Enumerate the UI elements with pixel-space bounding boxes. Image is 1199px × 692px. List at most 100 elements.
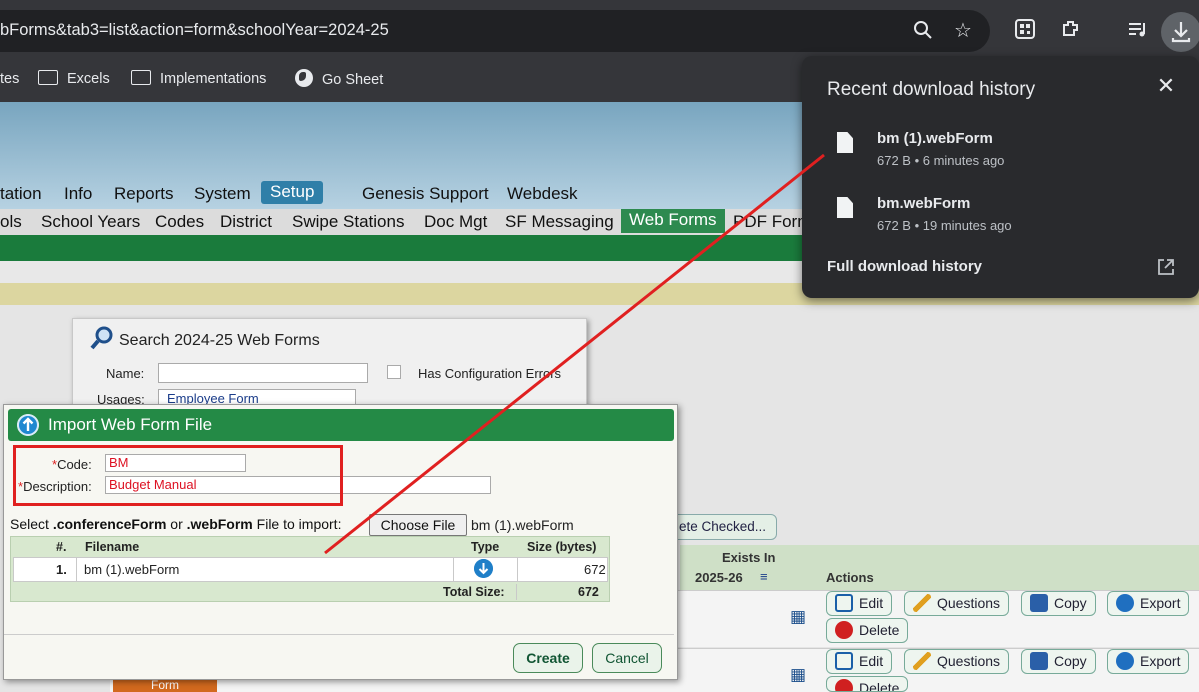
bookmark-label: Excels [67, 71, 110, 87]
cell-divider [516, 584, 517, 600]
bookmark-label: Go Sheet [322, 72, 384, 88]
submenu-item-web-forms[interactable]: Web Forms [621, 209, 725, 233]
submenu-item-school-years[interactable]: School Years [41, 212, 140, 232]
copy-icon [1030, 594, 1048, 612]
menu-item-system[interactable]: System [194, 184, 251, 204]
search-title: Search 2024-25 Web Forms [119, 332, 320, 349]
download-history-title: Recent download history [827, 79, 1036, 100]
row-tab[interactable]: Form [113, 679, 217, 692]
config-errors-label: Has Configuration Errors [418, 366, 562, 381]
button-label: Delete [859, 680, 900, 692]
copy-icon [1030, 652, 1048, 670]
url-text[interactable]: bForms&tab3=list&action=form&schoolYear=… [0, 21, 389, 40]
download-item-name[interactable]: bm.webForm [877, 195, 970, 212]
edit-button[interactable]: Edit [826, 591, 893, 616]
menu-item-genesis-support[interactable]: Genesis Support [362, 184, 489, 204]
row-filename: bm (1).webForm [84, 562, 180, 577]
star-icon[interactable]: ☆ [950, 18, 976, 44]
col-size: Size (bytes) [527, 540, 597, 554]
name-label: Name: [106, 366, 145, 381]
export-icon [1116, 652, 1134, 670]
button-label: Questions [937, 595, 1001, 611]
col-num: #. [56, 540, 67, 554]
bookmark-excels[interactable]: Excels [38, 69, 110, 89]
chosen-file-name: bm (1).webForm [471, 517, 574, 533]
cancel-button[interactable]: Cancel [592, 643, 662, 673]
search-icon[interactable] [910, 19, 936, 45]
calendar-icon[interactable]: ▦ [790, 607, 806, 627]
edit-icon [835, 594, 853, 612]
menu-item[interactable]: tation [0, 184, 42, 204]
col-filename: Filename [85, 540, 140, 554]
address-bar[interactable]: bForms&tab3=list&action=form&schoolYear=… [0, 10, 990, 52]
questions-button[interactable]: Questions [904, 649, 1010, 674]
menu-item-info[interactable]: Info [64, 184, 92, 204]
submenu-item-pdf-form[interactable]: PDF Form [733, 212, 811, 232]
export-button[interactable]: Export [1107, 649, 1190, 674]
file-icon [837, 197, 853, 218]
submenu-item[interactable]: ols [0, 212, 22, 232]
file-table: #. Filename Type Size (bytes) 1. bm (1).… [10, 536, 610, 602]
extensions-icon[interactable] [1058, 18, 1084, 44]
submenu-item-district[interactable]: District [220, 212, 272, 232]
bookmark-item[interactable]: tes [0, 69, 19, 89]
button-label: Edit [859, 653, 884, 669]
full-download-history-link[interactable]: Full download history [827, 258, 982, 275]
media-icon[interactable] [1124, 18, 1150, 44]
download-type-icon[interactable] [474, 559, 493, 578]
choose-file-button[interactable]: Choose File [369, 514, 467, 536]
actions-header: Actions [826, 570, 874, 585]
downloads-button[interactable] [1161, 12, 1199, 52]
button-label: Delete [859, 622, 900, 638]
magnifier-icon [90, 326, 113, 350]
submenu-item-doc-mgt[interactable]: Doc Mgt [424, 212, 487, 232]
globe-icon [295, 69, 313, 87]
select-text: File to import: [252, 516, 342, 532]
download-item-meta: 672 B • 6 minutes ago [877, 153, 1005, 168]
menu-item-reports[interactable]: Reports [114, 184, 174, 204]
select-ext-webform: .webForm [186, 516, 253, 532]
name-input[interactable] [158, 363, 368, 383]
delete-icon [835, 621, 853, 639]
dialog-title: Import Web Form File [48, 415, 213, 434]
upload-icon [17, 414, 39, 436]
delete-button[interactable]: Delete [826, 676, 909, 692]
bookmark-go-sheet[interactable]: Go Sheet [295, 69, 383, 89]
export-button[interactable]: Export [1107, 591, 1190, 616]
delete-button[interactable]: Delete [826, 618, 909, 643]
submenu-item-sf-messaging[interactable]: SF Messaging [505, 212, 614, 232]
cell-divider [517, 558, 518, 581]
download-item-name[interactable]: bm (1).webForm [877, 130, 993, 147]
qr-code-icon[interactable] [1012, 18, 1038, 44]
download-history-popup: Recent download history ✕ bm (1).webForm… [802, 56, 1199, 298]
exists-in-header: Exists In [722, 550, 776, 565]
questions-button[interactable]: Questions [904, 591, 1010, 616]
open-external-icon[interactable] [1156, 257, 1176, 277]
copy-button[interactable]: Copy [1021, 649, 1096, 674]
submenu-item-codes[interactable]: Codes [155, 212, 204, 232]
menu-item-setup[interactable]: Setup [261, 181, 324, 204]
download-item-meta: 672 B • 19 minutes ago [877, 218, 1012, 233]
bookmark-label: Implementations [160, 71, 267, 87]
folder-icon [38, 70, 58, 85]
config-errors-checkbox[interactable] [387, 365, 401, 379]
menu-item-webdesk[interactable]: Webdesk [507, 184, 578, 204]
create-button[interactable]: Create [513, 643, 583, 673]
close-icon[interactable]: ✕ [1155, 75, 1177, 97]
select-ext-conference: .conferenceForm [52, 516, 167, 532]
cell-divider [76, 558, 77, 581]
exists-in-year: 2025-26 [695, 570, 743, 585]
bookmark-implementations[interactable]: Implementations [131, 69, 266, 89]
delete-icon [835, 679, 853, 691]
calendar-icon[interactable]: ▦ [790, 665, 806, 685]
submenu-item-swipe-stations[interactable]: Swipe Stations [292, 212, 404, 232]
edit-button[interactable]: Edit [826, 649, 893, 674]
button-label: Export [1140, 653, 1181, 669]
button-label: Edit [859, 595, 884, 611]
total-label: Total Size: [443, 585, 505, 599]
copy-button[interactable]: Copy [1021, 591, 1096, 616]
column-menu-icon[interactable]: ≡ [760, 569, 768, 584]
delete-checked-button[interactable]: ete Checked... [668, 514, 778, 540]
button-label: Copy [1054, 595, 1087, 611]
table-row: 1. bm (1).webForm 672 [13, 557, 608, 582]
